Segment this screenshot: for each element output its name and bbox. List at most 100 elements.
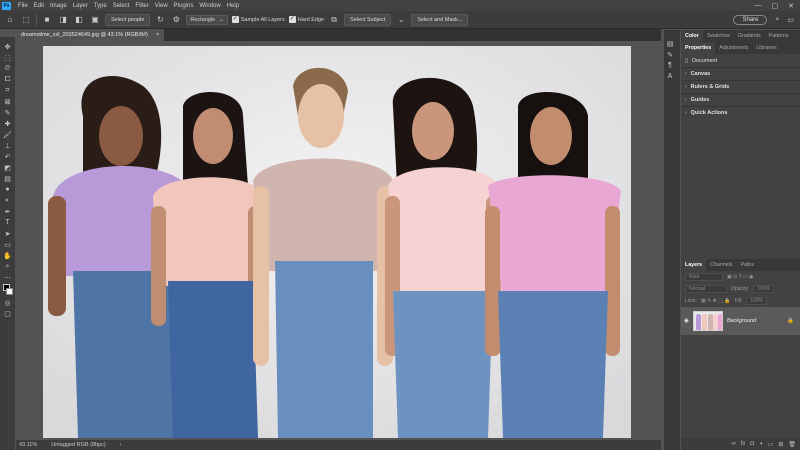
menu-type[interactable]: Type <box>91 3 110 9</box>
crop-icon[interactable]: ⌗ <box>2 85 14 96</box>
brush-icon[interactable]: 🖌 <box>2 129 14 140</box>
menu-help[interactable]: Help <box>224 3 242 9</box>
group-icon[interactable]: ▭ <box>768 441 774 448</box>
properties-tabs: Properties Adjustments Libraries <box>681 42 800 54</box>
menu-edit[interactable]: Edit <box>31 3 47 9</box>
refresh-icon[interactable]: ↻ <box>154 14 166 26</box>
blend-mode-dropdown[interactable]: Normal <box>685 285 727 293</box>
tab-color[interactable]: Color <box>681 30 703 42</box>
tab-adjustments[interactable]: Adjustments <box>715 42 752 54</box>
trash-icon[interactable]: 🗑 <box>788 441 796 448</box>
maximize-button[interactable]: ▢ <box>772 2 779 10</box>
subtract-selection-icon[interactable]: ◧ <box>73 14 85 26</box>
tab-swatches[interactable]: Swatches <box>703 30 734 42</box>
zoom-icon[interactable]: ⌕ <box>2 261 14 272</box>
menu-file[interactable]: File <box>15 3 31 9</box>
section-quick-actions[interactable]: › Quick Actions <box>681 106 800 119</box>
mode-dropdown[interactable]: Rectangle ⌄ <box>186 14 228 25</box>
blur-icon[interactable]: ● <box>2 184 14 195</box>
screen-mode-icon[interactable]: ▢ <box>2 308 14 319</box>
minimize-button[interactable]: — <box>755 2 762 10</box>
layer-row-background[interactable]: ◉ Background 🔒 <box>681 307 800 335</box>
background-color[interactable] <box>5 288 13 295</box>
shape-icon[interactable]: ▭ <box>2 239 14 250</box>
tab-gradients[interactable]: Gradients <box>734 30 765 42</box>
workspace-icon[interactable]: ▭ <box>787 16 794 24</box>
intersect-selection-icon[interactable]: ▣ <box>89 14 101 26</box>
dodge-icon[interactable]: ◐ <box>2 195 14 206</box>
menu-view[interactable]: View <box>152 3 171 9</box>
close-tab-icon[interactable]: × <box>156 32 159 38</box>
tab-libraries[interactable]: Libraries <box>752 42 780 54</box>
share-button[interactable]: Share <box>733 14 768 25</box>
quick-mask-icon[interactable]: ◎ <box>2 297 14 308</box>
section-guides[interactable]: › Guides <box>681 93 800 106</box>
eye-icon[interactable]: ◉ <box>684 318 689 324</box>
stamp-icon[interactable]: ⊥ <box>2 140 14 151</box>
hand-icon[interactable]: ✋ <box>2 250 14 261</box>
frame-icon[interactable]: ⊠ <box>2 96 14 107</box>
tab-properties[interactable]: Properties <box>681 42 716 54</box>
lock-icons[interactable]: ▦ ✎ ✥ ⬚ 🔒 <box>701 298 731 304</box>
status-arrow[interactable]: › <box>120 442 122 448</box>
type-icon[interactable]: T <box>2 217 14 228</box>
filter-icons[interactable]: ▣ ⊙ T ▭ ◉ <box>727 274 753 280</box>
path-select-icon[interactable]: ➤ <box>2 228 14 239</box>
marquee-icon[interactable]: ⬚ <box>2 52 14 63</box>
color-swatches[interactable] <box>2 283 14 297</box>
zoom-level[interactable]: 43.11% <box>19 442 37 448</box>
layer-name[interactable]: Background <box>727 318 756 324</box>
object-select-tool-icon[interactable]: ⬚ <box>20 14 32 26</box>
home-icon[interactable]: ⌂ <box>4 14 16 26</box>
document-canvas[interactable] <box>43 46 631 438</box>
gear-icon[interactable]: ⚙ <box>170 14 182 26</box>
adjust-panel-icon[interactable]: ✎ <box>664 49 676 60</box>
menu-layer[interactable]: Layer <box>70 3 91 9</box>
select-and-mask-button[interactable]: Select and Mask... <box>411 13 469 26</box>
menu-plugins[interactable]: Plugins <box>171 3 197 9</box>
character-panel-icon[interactable]: A <box>664 71 676 82</box>
fill-label: Fill: <box>734 298 743 304</box>
opacity-input[interactable]: 100% <box>753 285 775 293</box>
chevron-down-icon[interactable]: ⌄ <box>395 14 407 26</box>
select-people-button[interactable]: Select people <box>105 13 151 26</box>
menu-image[interactable]: Image <box>47 3 70 9</box>
document-tab[interactable]: dreamstime_xxl_203524649.jpg @ 43.1% (RG… <box>16 29 165 41</box>
history-brush-icon[interactable]: ↶ <box>2 151 14 162</box>
fill-input[interactable]: 100% <box>746 297 768 305</box>
tab-layers[interactable]: Layers <box>681 259 707 271</box>
new-selection-icon[interactable]: ■ <box>41 14 53 26</box>
section-rulers-grids[interactable]: › Rulers & Grids <box>681 80 800 93</box>
kind-filter[interactable]: Kind <box>685 273 723 281</box>
eraser-icon[interactable]: ◩ <box>2 162 14 173</box>
pen-icon[interactable]: ✒ <box>2 206 14 217</box>
select-subject-button[interactable]: Select Subject <box>344 13 392 26</box>
lasso-icon[interactable]: ᘓ <box>2 63 14 74</box>
new-layer-icon[interactable]: ⊞ <box>778 441 783 448</box>
link-icon[interactable]: ∞ <box>731 441 735 447</box>
tab-paths[interactable]: Paths <box>736 259 758 271</box>
adjustment-layer-icon[interactable]: ◑ <box>759 441 763 447</box>
move-icon[interactable]: ✥ <box>2 41 14 52</box>
hard-edge-checkbox[interactable]: ✓ Hard Edge <box>288 16 324 23</box>
sample-all-layers-checkbox[interactable]: ✓ Sample All Layers <box>231 16 285 23</box>
menu-filter[interactable]: Filter <box>132 3 151 9</box>
healing-icon[interactable]: ✚ <box>2 118 14 129</box>
eyedropper-icon[interactable]: ✎ <box>2 107 14 118</box>
search-icon[interactable]: ⌕ <box>775 16 779 24</box>
fx-icon[interactable]: fx <box>741 441 746 447</box>
gradient-icon[interactable]: ▤ <box>2 173 14 184</box>
mask-icon[interactable]: ◘ <box>750 441 754 447</box>
close-window-button[interactable]: ✕ <box>788 2 794 10</box>
menu-window[interactable]: Window <box>196 3 223 9</box>
object-select-icon[interactable]: ⧠ <box>2 74 14 85</box>
select-subject-icon[interactable]: ⧉ <box>328 14 340 26</box>
history-panel-icon[interactable]: ▤ <box>664 38 676 49</box>
section-canvas[interactable]: › Canvas <box>681 67 800 80</box>
add-selection-icon[interactable]: ◨ <box>57 14 69 26</box>
tab-patterns[interactable]: Patterns <box>765 30 793 42</box>
styles-panel-icon[interactable]: ¶ <box>664 60 676 71</box>
tab-channels[interactable]: Channels <box>706 259 736 271</box>
more-icon[interactable]: ⋯ <box>2 272 14 283</box>
menu-select[interactable]: Select <box>110 3 133 9</box>
